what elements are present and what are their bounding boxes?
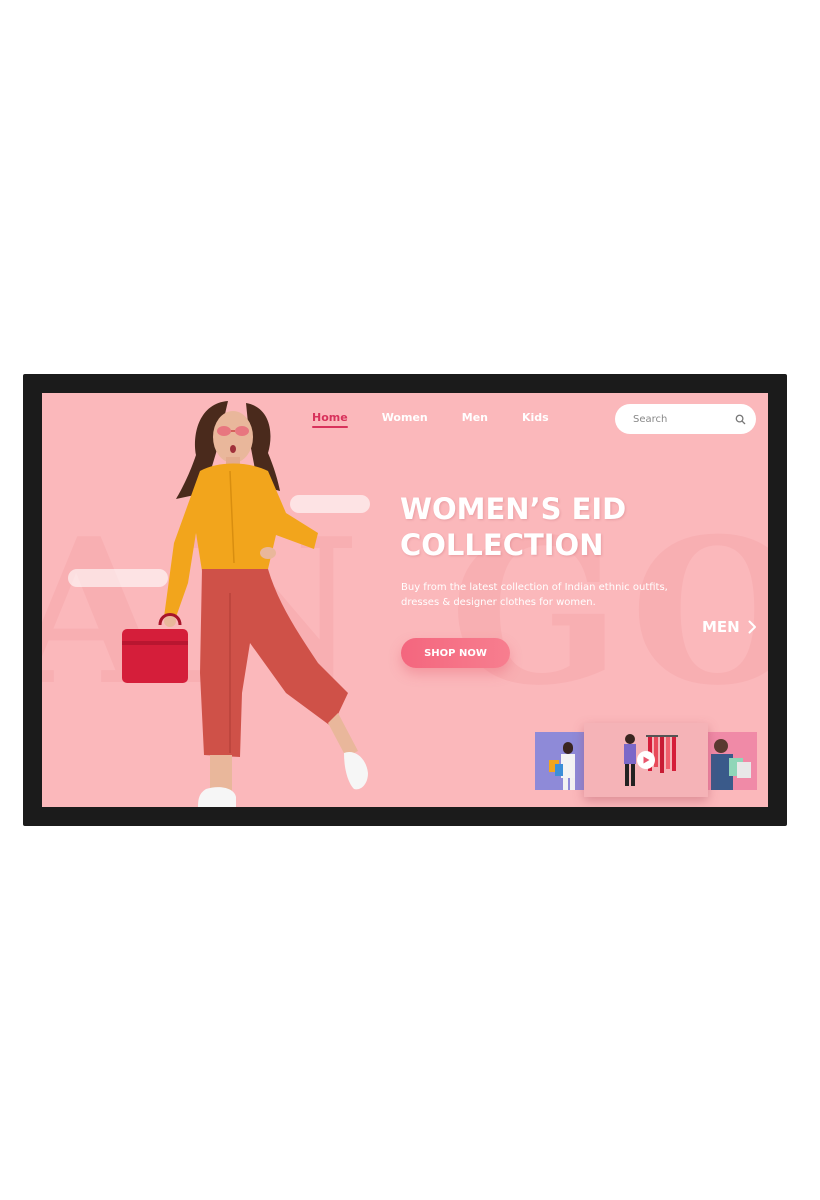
nav-kids[interactable]: Kids xyxy=(522,411,549,428)
search-box xyxy=(615,404,756,434)
next-category-link[interactable]: MEN xyxy=(702,618,757,636)
thumbnail-image xyxy=(549,742,575,790)
shop-now-button[interactable]: SHOP NOW xyxy=(401,638,510,668)
main-nav: Home Women Men Kids xyxy=(312,411,549,428)
search-icon[interactable] xyxy=(734,413,746,425)
hero-description-line: dresses & designer clothes for women. xyxy=(401,597,596,608)
video-thumbnail[interactable] xyxy=(584,723,708,797)
thumbnail-image xyxy=(711,739,751,790)
bags-thumbnail[interactable] xyxy=(707,732,757,790)
play-icon[interactable] xyxy=(637,751,655,769)
model-image xyxy=(122,401,368,807)
search-input[interactable] xyxy=(631,412,725,426)
hero-description: Buy from the latest collection of Indian… xyxy=(401,580,721,610)
shopping-bags-thumbnail[interactable] xyxy=(535,732,585,790)
next-category-label: MEN xyxy=(702,618,740,636)
hero-title-line: WOMEN’S EID xyxy=(400,492,627,526)
nav-men[interactable]: Men xyxy=(462,411,488,428)
chevron-right-icon xyxy=(748,620,756,634)
monitor-frame: AN GO Home Women Men Kids Search WOMEN’S… xyxy=(23,374,787,826)
nav-women[interactable]: Women xyxy=(382,411,428,428)
hero-title: WOMEN’S EID COLLECTION xyxy=(400,491,700,563)
hero-description-line: Buy from the latest collection of Indian… xyxy=(401,582,668,593)
nav-home[interactable]: Home xyxy=(312,411,348,428)
hero-title-line: COLLECTION xyxy=(400,528,604,562)
website-screen: AN GO Home Women Men Kids Search WOMEN’S… xyxy=(42,393,768,807)
